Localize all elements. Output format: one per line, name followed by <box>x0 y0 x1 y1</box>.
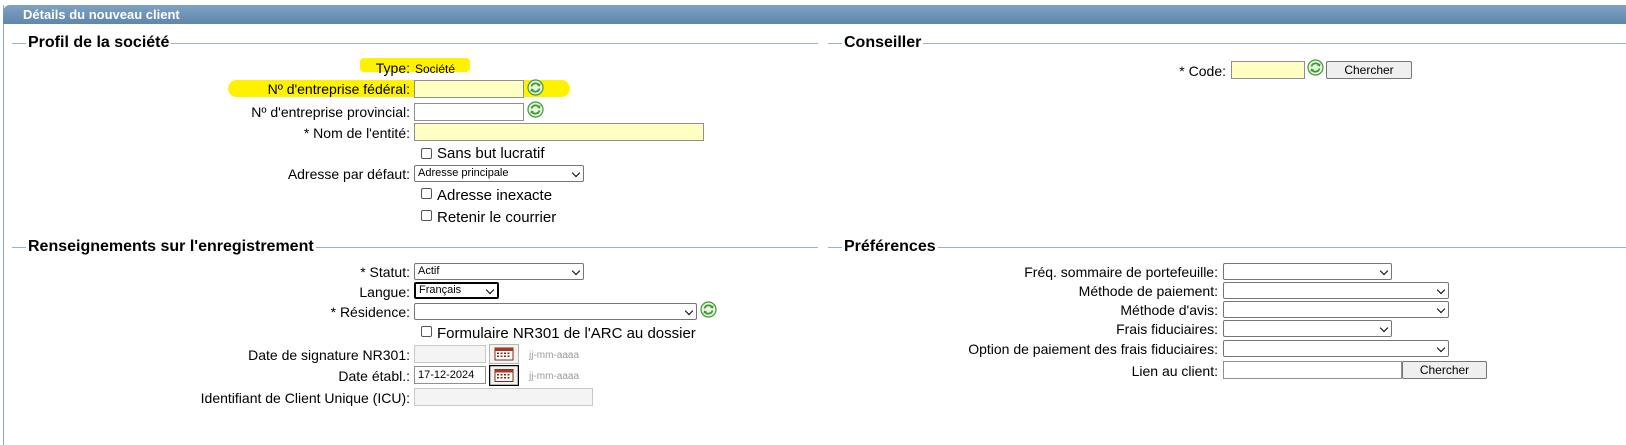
residence-select[interactable] <box>414 303 697 320</box>
registration-section-title: Renseignements sur l'enregistrement <box>26 238 316 256</box>
chevron-down-icon <box>1379 323 1389 333</box>
entity-name-input[interactable] <box>414 123 704 141</box>
portfolio-frequency-label: Fréq. sommaire de portefeuille: <box>1024 264 1218 280</box>
status-select[interactable]: Actif <box>414 263 584 280</box>
type-label: Type: <box>375 60 410 76</box>
nr301-date-label: Date de signature NR301: <box>248 347 410 363</box>
established-date-input[interactable]: 17-12-2024 <box>414 366 486 384</box>
calendar-icon[interactable] <box>489 344 519 364</box>
trustee-fees-select[interactable] <box>1223 320 1392 337</box>
advisor-code-input[interactable] <box>1231 61 1305 79</box>
hold-mail-checkbox[interactable] <box>421 210 432 221</box>
icu-input[interactable] <box>414 388 593 406</box>
refresh-icon[interactable] <box>527 101 544 118</box>
chevron-down-icon <box>684 306 694 316</box>
federal-number-label: Nº d'entreprise fédéral: <box>267 81 410 97</box>
advisor-section-title: Conseiller <box>842 34 924 52</box>
status-value: Actif <box>418 265 440 277</box>
default-address-value: Adresse principale <box>418 167 509 179</box>
client-link-input[interactable] <box>1223 361 1402 379</box>
type-value: Société <box>415 62 456 76</box>
nonprofit-label: Sans but lucratif <box>437 145 545 162</box>
notice-method-label: Méthode d'avis: <box>1120 302 1218 318</box>
refresh-icon[interactable] <box>700 301 717 318</box>
bad-address-label: Adresse inexacte <box>437 187 553 204</box>
established-date-label: Date établ.: <box>338 368 410 384</box>
payment-method-label: Méthode de paiement: <box>1078 283 1218 299</box>
client-link-label: Lien au client: <box>1131 363 1218 379</box>
federal-number-input[interactable] <box>414 80 524 98</box>
trustee-fees-label: Frais fiduciaires: <box>1116 321 1218 337</box>
chevron-down-icon <box>1436 304 1446 314</box>
preferences-section-header: Préférences <box>828 238 1626 256</box>
nr301-label: Formulaire NR301 de l'ARC au dossier <box>437 325 696 342</box>
trustee-fees-option-label: Option de paiement des frais fiduciaires… <box>968 341 1218 357</box>
chevron-down-icon <box>485 285 495 295</box>
entity-name-label: * Nom de l'entité: <box>303 125 410 141</box>
default-address-label: Adresse par défaut: <box>287 166 410 182</box>
advisor-section-header: Conseiller <box>828 34 1626 52</box>
refresh-icon[interactable] <box>527 79 544 96</box>
hold-mail-label: Retenir le courrier <box>437 209 557 226</box>
provincial-number-label: Nº d'entreprise provincial: <box>251 104 410 120</box>
advisor-search-button[interactable]: Chercher <box>1326 61 1412 79</box>
status-label: * Statut: <box>360 264 410 280</box>
refresh-icon[interactable] <box>1307 59 1324 76</box>
client-link-search-button[interactable]: Chercher <box>1402 361 1487 379</box>
nr301-date-format-hint: jj-mm-aaaa <box>529 350 580 361</box>
chevron-down-icon <box>571 266 581 276</box>
profile-section-title: Profil de la société <box>26 34 172 52</box>
chevron-down-icon <box>1379 266 1389 276</box>
notice-method-select[interactable] <box>1223 301 1449 318</box>
portfolio-frequency-select[interactable] <box>1223 263 1392 280</box>
bad-address-checkbox[interactable] <box>421 188 432 199</box>
advisor-code-label: * Code: <box>1179 63 1226 79</box>
residence-label: * Résidence: <box>330 304 410 320</box>
language-value: Français <box>419 284 462 296</box>
language-label: Langue: <box>359 284 410 300</box>
registration-section-header: Renseignements sur l'enregistrement <box>12 238 818 256</box>
payment-method-select[interactable] <box>1223 282 1449 299</box>
language-select[interactable]: Français <box>414 282 499 299</box>
preferences-section-title: Préférences <box>842 238 938 256</box>
calendar-icon[interactable] <box>489 365 519 386</box>
chevron-down-icon <box>1436 285 1446 295</box>
default-address-select[interactable]: Adresse principale <box>414 165 584 182</box>
provincial-number-input[interactable] <box>414 103 524 121</box>
established-date-format-hint: jj-mm-aaaa <box>529 371 580 382</box>
panel-title: Détails du nouveau client <box>3 5 1626 24</box>
trustee-fees-option-select[interactable] <box>1223 340 1449 357</box>
profile-section-header: Profil de la société <box>12 34 818 52</box>
chevron-down-icon <box>1436 343 1446 353</box>
nr301-date-input[interactable] <box>414 345 486 363</box>
nr301-checkbox[interactable] <box>421 326 432 337</box>
icu-label: Identifiant de Client Unique (ICU): <box>200 390 410 406</box>
nonprofit-checkbox[interactable] <box>421 148 432 159</box>
chevron-down-icon <box>571 168 581 178</box>
